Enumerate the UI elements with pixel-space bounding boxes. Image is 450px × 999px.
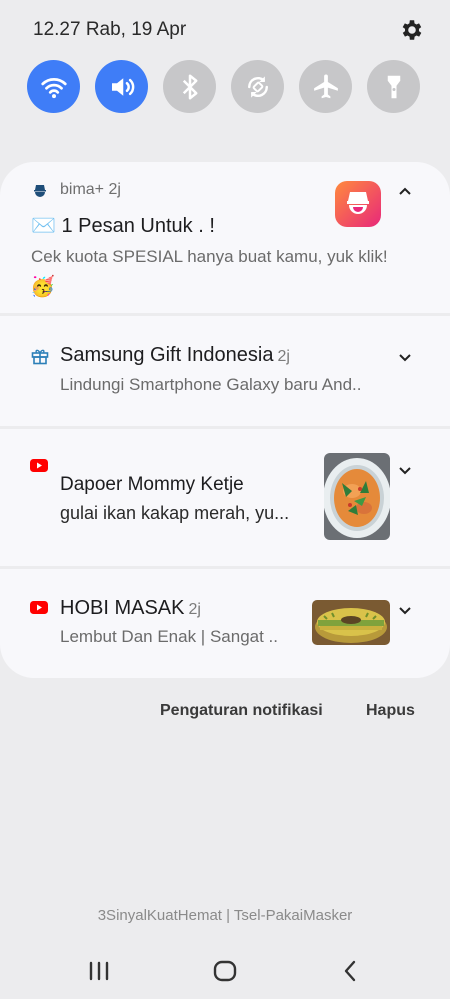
youtube-icon xyxy=(30,601,48,614)
home-icon[interactable] xyxy=(210,956,240,986)
auto-rotate-toggle[interactable] xyxy=(231,60,284,113)
clear-all-button[interactable]: Hapus xyxy=(366,702,415,720)
bima-logo-icon xyxy=(335,181,381,227)
thumbnail-fish-curry xyxy=(324,453,390,540)
notification-title: ✉️ 1 Pesan Untuk . ! xyxy=(31,215,215,237)
sound-toggle[interactable] xyxy=(95,60,148,113)
chevron-down-icon[interactable] xyxy=(397,602,413,618)
title-text: HOBI MASAK xyxy=(60,597,185,619)
wifi-toggle[interactable] xyxy=(27,60,80,113)
back-icon[interactable] xyxy=(336,956,366,986)
notification-body: Lembut Dan Enak | Sangat .. xyxy=(60,627,278,646)
gear-icon[interactable] xyxy=(399,17,425,43)
notification-body: gulai ikan kakap merah, yu... xyxy=(60,503,290,523)
bluetooth-icon xyxy=(182,74,197,99)
notification-title: HOBI MASAK 2j xyxy=(60,597,201,620)
quick-settings xyxy=(0,60,450,114)
navigation-bar xyxy=(0,950,450,990)
date-time: 12.27 Rab, 19 Apr xyxy=(33,19,187,40)
notification-title: Samsung Gift Indonesia 2j xyxy=(60,344,290,367)
title-text: Samsung Gift Indonesia xyxy=(60,344,274,366)
wifi-icon xyxy=(40,77,67,98)
sound-icon xyxy=(111,77,134,96)
bima-app-icon xyxy=(34,185,46,197)
notification-title: Dapoer Mommy Ketje xyxy=(60,474,244,495)
notification-hobi-masak[interactable]: HOBI MASAK 2j Lembut Dan Enak | Sangat .. xyxy=(0,569,450,678)
gift-icon xyxy=(31,349,49,365)
carrier-label: 3SinyalKuatHemat | Tsel-PakaiMasker xyxy=(97,907,353,924)
chevron-up-icon[interactable] xyxy=(397,184,413,200)
age: 2j xyxy=(188,601,201,618)
recent-apps-icon[interactable] xyxy=(84,956,114,986)
notification-body: Cek kuota SPESIAL hanya buat kamu, yuk k… xyxy=(31,247,388,266)
flashlight-toggle[interactable] xyxy=(367,60,420,113)
status-bar: 12.27 Rab, 19 Apr xyxy=(0,0,450,60)
age: 2j xyxy=(108,181,121,198)
youtube-icon xyxy=(30,459,48,472)
airplane-mode-toggle[interactable] xyxy=(299,60,352,113)
flashlight-icon xyxy=(387,75,400,98)
thumbnail-cake xyxy=(312,600,390,645)
airplane-icon xyxy=(313,74,338,98)
notification-body: Lindungi Smartphone Galaxy baru And.. xyxy=(60,375,362,394)
age: 2j xyxy=(277,348,290,365)
notification-samsung-gift[interactable]: Samsung Gift Indonesia 2j Lindungi Smartp… xyxy=(0,316,450,426)
notification-dapoer-mommy[interactable]: Dapoer Mommy Ketje gulai ikan kakap mera… xyxy=(0,429,450,566)
chevron-down-icon[interactable] xyxy=(397,462,413,478)
notification-bima[interactable]: bima+ 2j ✉️ 1 Pesan Untuk . ! Cek kuota … xyxy=(0,162,450,313)
bluetooth-toggle[interactable] xyxy=(163,60,216,113)
party-emoji: 🥳 xyxy=(30,276,55,298)
chevron-down-icon[interactable] xyxy=(397,349,413,365)
auto-rotate-icon xyxy=(247,75,268,98)
notification-meta: bima+ 2j xyxy=(60,181,121,199)
app-name: bima+ xyxy=(60,181,105,198)
notification-settings-button[interactable]: Pengaturan notifikasi xyxy=(160,702,323,720)
